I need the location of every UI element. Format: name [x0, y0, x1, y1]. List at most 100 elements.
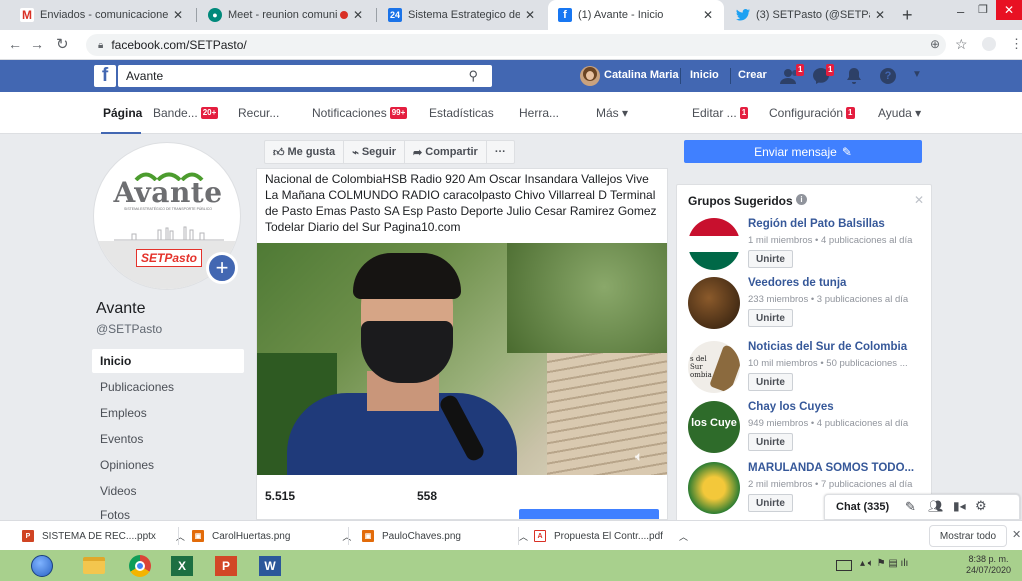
join-group-button[interactable]: Unirte: [748, 309, 793, 327]
tray-icons[interactable]: ▴ 🔈︎ ⚑ ▤ ılı: [860, 558, 908, 569]
show-all-downloads-button[interactable]: Mostrar todo: [929, 525, 1007, 547]
join-group-button[interactable]: Unirte: [748, 494, 793, 512]
send-message-button[interactable]: Enviar mensaje ✎: [684, 140, 922, 163]
tab-pagina[interactable]: Página: [103, 106, 142, 120]
share-page-button[interactable]: ➦ Compartir: [405, 141, 487, 163]
group-name[interactable]: MARULANDA SOMOS TODO...: [748, 462, 914, 474]
chevron-up-icon[interactable]: ︿: [519, 530, 528, 543]
back-arrow-icon[interactable]: ←: [8, 36, 22, 52]
home-link[interactable]: Inicio: [690, 69, 719, 81]
powerpoint-icon[interactable]: P: [206, 552, 246, 579]
tab-recursos[interactable]: Recur...: [238, 106, 279, 120]
new-group-icon[interactable]: 👥︎: [928, 499, 943, 513]
tab-mas[interactable]: Más ▾: [596, 106, 628, 120]
start-button[interactable]: [22, 552, 62, 579]
zoom-icon[interactable]: ⊕: [930, 37, 940, 51]
sidebar-item-inicio[interactable]: Inicio: [92, 349, 244, 373]
tab-avante[interactable]: f (1) Avante - Inicio ✕: [548, 0, 724, 30]
download-item[interactable]: P SISTEMA DE REC....pptx ︿: [22, 521, 185, 551]
follow-page-button[interactable]: ⌁ Seguir: [344, 141, 406, 163]
excel-icon[interactable]: X: [162, 552, 202, 579]
download-item[interactable]: ▣ PauloChaves.png ︿: [362, 521, 528, 551]
join-group-button[interactable]: Unirte: [748, 250, 793, 268]
compose-icon[interactable]: ✎: [905, 499, 916, 515]
volume-icon[interactable]: 🔈︎: [635, 448, 643, 465]
forward-arrow-icon[interactable]: →: [30, 36, 44, 52]
group-name[interactable]: Noticias del Sur de Colombia: [748, 341, 907, 353]
video-call-icon[interactable]: ▮◂: [953, 499, 966, 513]
keyboard-icon[interactable]: [836, 560, 852, 571]
new-tab-button[interactable]: +: [902, 5, 913, 26]
create-link[interactable]: Crear: [738, 69, 767, 81]
group-thumbnail[interactable]: [688, 462, 740, 514]
download-item[interactable]: ▣ CarolHuertas.png ︿: [192, 521, 351, 551]
user-avatar[interactable]: [580, 66, 600, 86]
facebook-logo-icon[interactable]: f: [94, 65, 116, 87]
post-video[interactable]: 🔈︎: [257, 243, 667, 475]
close-tab-icon[interactable]: ✕: [352, 8, 364, 22]
bookmark-star-icon[interactable]: ☆: [955, 36, 968, 53]
tab-twitter[interactable]: (3) SETPasto (@SETPasto) / Twit ✕: [726, 0, 896, 30]
address-bar[interactable]: 🔒︎ facebook.com/SETPasto/: [86, 34, 946, 56]
tab-sistema[interactable]: 24 Sistema Estrategico de Transpor ✕: [378, 0, 546, 30]
chrome-menu-icon[interactable]: ⋮: [1010, 36, 1022, 52]
tab-herramientas[interactable]: Herra...: [519, 106, 559, 120]
close-tab-icon[interactable]: ✕: [874, 8, 886, 22]
boost-post-button[interactable]: [519, 509, 659, 519]
tab-bandeja[interactable]: Bande... 20+: [153, 106, 219, 120]
chrome-icon[interactable]: [120, 552, 160, 579]
account-menu-chevron-icon[interactable]: ▼: [912, 69, 922, 80]
file-explorer-icon[interactable]: [74, 552, 114, 579]
tab-notificaciones[interactable]: Notificaciones 99+: [312, 106, 408, 120]
help-icon[interactable]: ?: [880, 68, 896, 84]
join-group-button[interactable]: Unirte: [748, 373, 793, 391]
user-name-link[interactable]: Catalina Maria: [604, 69, 679, 81]
maximize-button[interactable]: ❐: [978, 3, 988, 16]
search-input[interactable]: Avante ⚲: [118, 65, 492, 87]
sidebar-item-empleos[interactable]: Empleos: [92, 401, 244, 425]
sidebar-item-opiniones[interactable]: Opiniones: [92, 453, 244, 477]
group-thumbnail[interactable]: [688, 277, 740, 329]
tab-estadisticas[interactable]: Estadísticas: [429, 106, 494, 120]
group-name[interactable]: Región del Pato Balsillas: [748, 218, 885, 230]
notifications-bell-icon[interactable]: [846, 67, 862, 85]
group-thumbnail[interactable]: los Cuye: [688, 401, 740, 453]
minimize-button[interactable]: –: [957, 4, 964, 19]
tab-configuracion[interactable]: Configuración 1: [769, 106, 855, 120]
add-photo-button[interactable]: +: [206, 252, 238, 284]
group-name[interactable]: Chay los Cuyes: [748, 401, 834, 413]
group-name[interactable]: Veedores de tunja: [748, 277, 846, 289]
tab-ayuda[interactable]: Ayuda ▾: [878, 106, 921, 120]
close-window-button[interactable]: ✕: [996, 0, 1022, 20]
sidebar-item-fotos[interactable]: Fotos: [92, 505, 244, 519]
tab-gmail[interactable]: M Enviados - comunicaciones@av ✕: [10, 0, 194, 30]
download-item[interactable]: A Propuesta El Contr....pdf ︿: [534, 521, 688, 551]
chat-bar[interactable]: Chat (335) ✎ 👥︎ ▮◂ ⚙: [824, 494, 1020, 520]
page-handle[interactable]: @SETPasto: [96, 322, 162, 336]
word-icon[interactable]: W: [250, 552, 290, 579]
close-tab-icon[interactable]: ✕: [172, 8, 184, 22]
chevron-up-icon[interactable]: ︿: [679, 530, 688, 543]
info-icon[interactable]: i: [796, 194, 807, 205]
close-tab-icon[interactable]: ✕: [702, 8, 714, 22]
reload-icon[interactable]: ↻: [56, 35, 69, 53]
chevron-up-icon[interactable]: ︿: [342, 530, 351, 543]
group-thumbnail[interactable]: [688, 218, 740, 270]
sidebar-item-publicaciones[interactable]: Publicaciones: [92, 375, 244, 399]
extension-icon[interactable]: [982, 37, 996, 51]
clock[interactable]: 8:38 p. m. 24/07/2020: [966, 554, 1011, 576]
like-page-button[interactable]: 👍︎ Me gusta: [265, 141, 345, 163]
close-tab-icon[interactable]: ✕: [524, 8, 536, 22]
more-options-button[interactable]: ···: [487, 141, 514, 163]
search-icon[interactable]: ⚲: [468, 68, 478, 84]
page-name[interactable]: Avante: [96, 300, 146, 318]
group-thumbnail[interactable]: s del Sur ombia: [688, 341, 740, 393]
join-group-button[interactable]: Unirte: [748, 433, 793, 451]
settings-gear-icon[interactable]: ⚙: [975, 498, 987, 514]
close-downloads-icon[interactable]: ✕: [1012, 528, 1021, 541]
tab-meet[interactable]: ● Meet - reunion comunicac ✕: [198, 0, 374, 30]
close-icon[interactable]: ✕: [914, 193, 924, 207]
sidebar-item-eventos[interactable]: Eventos: [92, 427, 244, 451]
tab-editar[interactable]: Editar ... 1: [692, 106, 749, 120]
sidebar-item-videos[interactable]: Videos: [92, 479, 244, 503]
